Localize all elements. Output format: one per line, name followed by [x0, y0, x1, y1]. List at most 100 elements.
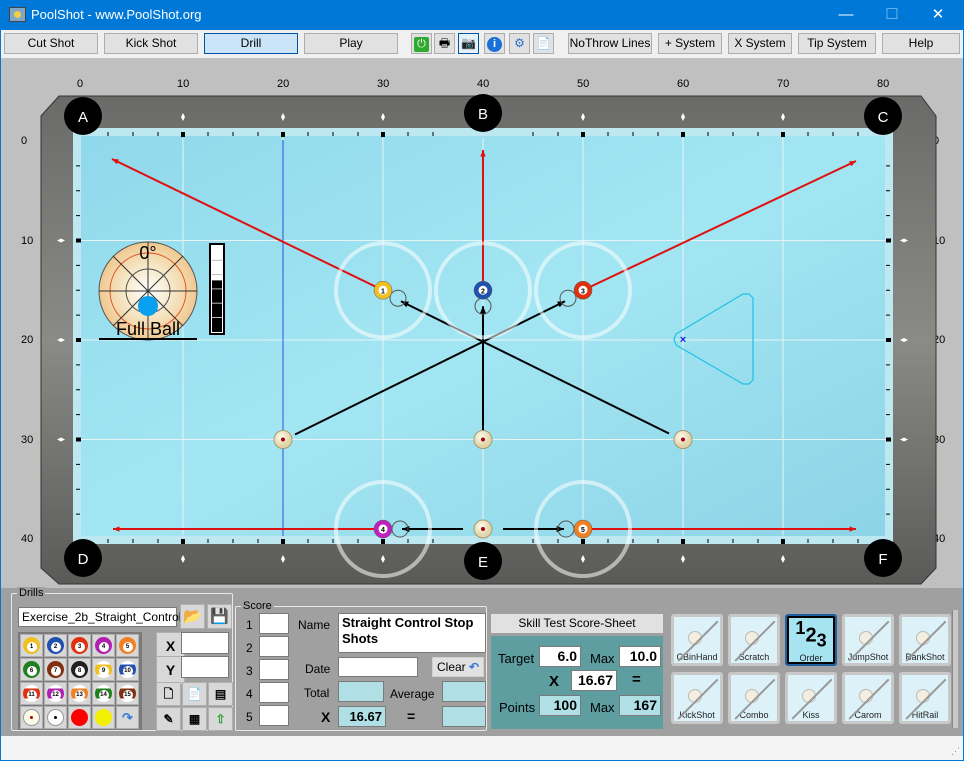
shot-type-kickshot[interactable]: KickShot — [671, 672, 723, 724]
close-button[interactable]: ✕ — [915, 0, 961, 30]
x-system-button[interactable]: X System — [728, 33, 792, 54]
shot-type-scratch[interactable]: Scratch — [728, 614, 780, 666]
palette-ball-number: 8 — [74, 666, 85, 676]
resize-grip-icon[interactable]: ⋰ — [951, 746, 960, 757]
score-row-input[interactable] — [259, 682, 289, 703]
kick-shot-button[interactable]: Kick Shot — [104, 33, 198, 54]
score-row-input[interactable] — [259, 613, 289, 634]
shot-type-label: Carom — [854, 710, 882, 720]
rail-tick — [632, 132, 634, 136]
palette-ball-9[interactable]: 9 — [92, 658, 115, 681]
power-icon[interactable]: ⏻ — [411, 33, 432, 54]
shot-type-kiss[interactable]: Kiss — [785, 672, 837, 724]
yellow-ball-icon[interactable] — [92, 706, 115, 729]
palette-ball-8[interactable]: 8 — [68, 658, 91, 681]
color-palette-icon[interactable]: ▦ — [182, 707, 207, 731]
document-help-icon[interactable]: 📄 — [182, 682, 207, 706]
rail-tick — [886, 289, 890, 291]
shot-type-bankshot[interactable]: BankShot — [899, 614, 951, 666]
palette-ball-14[interactable]: 14 — [92, 682, 115, 705]
palette-ball-3[interactable]: 3 — [68, 634, 91, 657]
cut-shot-button[interactable]: Cut Shot — [4, 33, 98, 54]
drill-title-field[interactable]: Straight Control Stop Shots — [338, 613, 486, 653]
skill-test-score-sheet-button[interactable]: Skill Test Score-Sheet — [491, 614, 663, 633]
cue-ball-black-dot-icon[interactable] — [44, 706, 67, 729]
palette-ball-7[interactable]: 7 — [44, 658, 67, 681]
target-input[interactable]: 6.0 — [539, 646, 581, 667]
cue-ball-red-dot-icon[interactable] — [20, 706, 43, 729]
shot-type-combo[interactable]: Combo — [728, 672, 780, 724]
rail-tick — [807, 539, 809, 543]
info-icon[interactable]: i — [484, 33, 505, 54]
palette-ball-15[interactable]: 15 — [116, 682, 139, 705]
no-throw-lines-button[interactable]: NoThrow Lines — [568, 33, 652, 54]
toolbar: Cut Shot Kick Shot Drill Play ⏻ 🖶 📷 i ⚙ … — [1, 30, 963, 58]
list-icon[interactable]: ▤ — [208, 682, 233, 706]
pocket-label: D — [78, 551, 89, 568]
help-button[interactable]: Help — [882, 33, 960, 54]
app-icon — [9, 7, 26, 22]
new-document-icon[interactable]: 🗋 — [156, 682, 181, 706]
rail-tick — [857, 539, 859, 543]
play-button[interactable]: Play — [304, 33, 398, 54]
aim-indicator[interactable]: 0° Full Ball — [98, 241, 198, 341]
print-icon[interactable]: 🖶 — [434, 33, 455, 54]
rail-tick — [886, 364, 890, 366]
target-max-input[interactable]: 10.0 — [619, 646, 661, 667]
skill-multiplier-input[interactable]: 16.67 — [571, 670, 617, 691]
shot-type-cbinhand[interactable]: CBinHand — [671, 614, 723, 666]
clear-button[interactable]: Clear ↶ — [432, 657, 484, 677]
shot-type-label: Combo — [739, 710, 769, 720]
shot-type-order[interactable]: 123 Order — [785, 614, 837, 666]
rail-tick — [732, 539, 734, 543]
shot-type-carom[interactable]: Carom — [842, 672, 894, 724]
pool-table-canvas[interactable]: 01020304050607080 001010202030304040 — [1, 58, 963, 588]
shot-type-jumpshot[interactable]: JumpShot — [842, 614, 894, 666]
minimize-button[interactable]: — — [823, 0, 869, 30]
pool-table[interactable]: × A B C D E F 1 2 3 4 5 0° Full Ball — [1, 58, 963, 588]
ball-number: 4 — [381, 527, 385, 534]
y-coordinate-input[interactable] — [181, 656, 229, 678]
kickshot-icon — [688, 689, 702, 703]
palette-ball-1[interactable]: 1 — [20, 634, 43, 657]
cue-tip-position[interactable] — [138, 296, 158, 316]
panel-scrollbar[interactable] — [952, 610, 958, 728]
palette-ball-2[interactable]: 2 — [44, 634, 67, 657]
palette-ball-12[interactable]: 12 — [44, 682, 67, 705]
score-row-input[interactable] — [259, 705, 289, 726]
pocket-label: F — [878, 551, 887, 568]
export-folder-icon[interactable]: ⇧ — [208, 707, 233, 731]
plus-system-button[interactable]: + System — [658, 33, 722, 54]
maximize-button[interactable]: ☐ — [869, 0, 915, 30]
score-row-input[interactable] — [259, 636, 289, 657]
palette-ball-4[interactable]: 4 — [92, 634, 115, 657]
drill-name-field[interactable]: Exercise_2b_Straight_Control — [18, 607, 181, 627]
ball-number: 3 — [581, 288, 585, 295]
open-folder-icon[interactable]: 📂 — [180, 604, 205, 629]
x-coordinate-input[interactable] — [181, 632, 229, 654]
palette-ball-13[interactable]: 13 — [68, 682, 91, 705]
rail-tick — [657, 539, 659, 543]
palette-ball-number: 5 — [122, 642, 133, 652]
rail-tick — [732, 132, 734, 136]
palette-ball-icon: 3 — [71, 637, 88, 654]
red-ball-icon[interactable] — [68, 706, 91, 729]
palette-ball-11[interactable]: 11 — [20, 682, 43, 705]
date-input[interactable] — [338, 657, 418, 677]
palette-ball-5[interactable]: 5 — [116, 634, 139, 657]
score-row-input[interactable] — [259, 659, 289, 680]
save-icon[interactable]: 💾 — [207, 604, 232, 629]
drill-button[interactable]: Drill — [204, 33, 298, 54]
help-document-icon[interactable]: 📄 — [533, 33, 554, 54]
settings-icon[interactable]: ⚙ — [509, 33, 530, 54]
points-field: 100 — [539, 695, 581, 716]
tip-system-button[interactable]: Tip System — [798, 33, 876, 54]
ball-number: 5 — [581, 527, 585, 534]
redo-icon[interactable]: ↷ — [116, 706, 139, 729]
camera-icon[interactable]: 📷 — [458, 33, 479, 54]
edit-notes-icon[interactable]: ✎ — [156, 707, 181, 731]
palette-ball-6[interactable]: 6 — [20, 658, 43, 681]
palette-ball-10[interactable]: 10 — [116, 658, 139, 681]
shot-type-hitrail[interactable]: HitRail — [899, 672, 951, 724]
rail-tick — [657, 132, 659, 136]
